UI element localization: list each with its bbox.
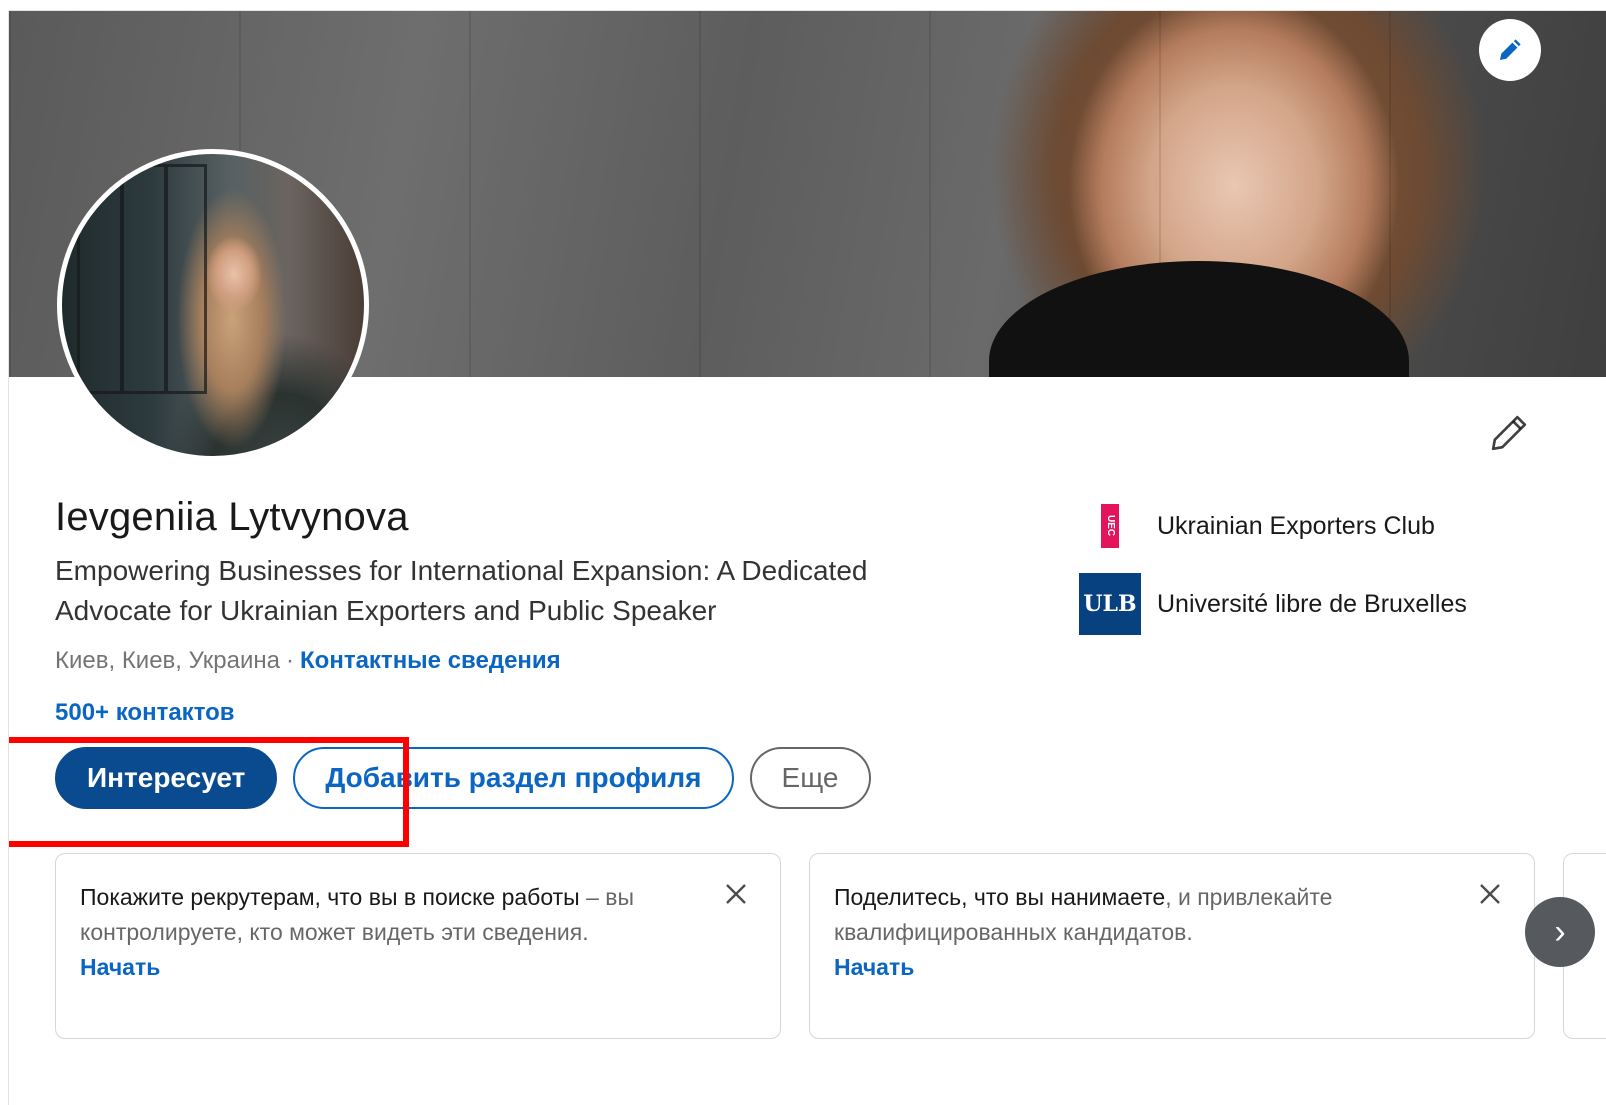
start-link[interactable]: Начать: [834, 950, 1444, 985]
suggestion-text: Поделитесь, что вы нанимаете, и привлека…: [834, 884, 1333, 945]
close-button[interactable]: [716, 874, 756, 914]
contact-info-link[interactable]: Контактные сведения: [300, 647, 561, 674]
close-icon: [1480, 884, 1500, 904]
close-icon: [726, 884, 746, 904]
add-profile-section-button[interactable]: Добавить раздел профиля: [293, 747, 734, 809]
profile-actions: Интересует Добавить раздел профиля Еще: [55, 747, 871, 809]
profile-headline: Empowering Businesses for International …: [55, 555, 868, 626]
suggestion-card-open-to-work: Покажите рекрутерам, что вы в поиске раб…: [55, 853, 781, 1039]
organizations-list: UEC Ukrainian Exporters Club ULB Univers…: [1079, 495, 1467, 651]
edit-cover-button[interactable]: [1479, 19, 1541, 81]
location-text: Киев, Киев, Украина: [55, 647, 281, 674]
ukrainian-exporters-club-logo: UEC: [1079, 495, 1141, 557]
ulb-logo: ULB: [1079, 573, 1141, 635]
profile-photo[interactable]: [57, 149, 369, 461]
profile-name: Ievgeniia Lytvynova: [55, 495, 409, 539]
more-button[interactable]: Еще: [749, 747, 871, 809]
start-link[interactable]: Начать: [80, 950, 690, 985]
profile-card: Ievgeniia Lytvynova Empowering Businesse…: [8, 10, 1606, 1105]
suggestion-text: Покажите рекрутерам, что вы в поиске раб…: [80, 884, 635, 945]
separator-dot: ·: [286, 647, 295, 674]
org-item-ulb[interactable]: ULB Université libre de Bruxelles: [1079, 573, 1467, 635]
org-name: Ukrainian Exporters Club: [1157, 511, 1435, 540]
chevron-right-icon: ›: [1554, 912, 1566, 951]
org-name: Université libre de Bruxelles: [1157, 589, 1467, 618]
suggestion-card-hiring: Поделитесь, что вы нанимаете, и привлека…: [809, 853, 1535, 1039]
connections-link[interactable]: 500+ контактов: [55, 699, 235, 727]
open-to-button[interactable]: Интересует: [55, 747, 278, 809]
org-item-ukrainian-exporters-club[interactable]: UEC Ukrainian Exporters Club: [1079, 495, 1467, 557]
carousel-next-button[interactable]: ›: [1525, 897, 1595, 967]
pencil-icon: [1491, 415, 1527, 451]
edit-intro-button[interactable]: [1485, 409, 1533, 457]
close-button[interactable]: [1470, 874, 1510, 914]
pencil-icon: [1500, 39, 1521, 60]
location-row: Киев, Киев, Украина · Контактные сведения: [55, 647, 561, 675]
